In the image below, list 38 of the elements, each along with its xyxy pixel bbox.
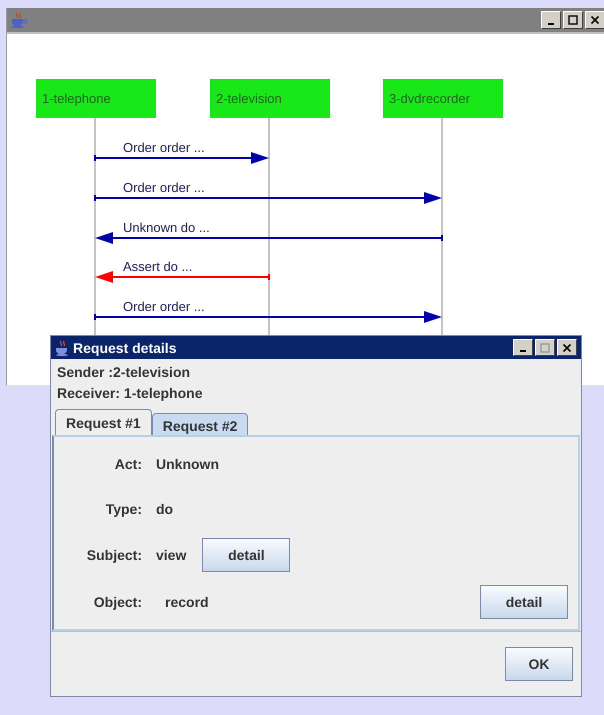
ok-button[interactable]: OK [505,647,573,681]
close-button[interactable] [585,11,604,29]
participant-box: 2-television [210,79,330,118]
message-label: Order order ... [123,140,205,155]
maximize-icon [568,15,578,25]
close-icon [562,342,572,352]
tab[interactable]: Request #2 [152,413,248,435]
maximize-button[interactable] [535,339,555,356]
detail-button[interactable]: detail [480,584,568,618]
sender-text: Sender :2-television [56,365,192,380]
minimize-button[interactable] [513,339,533,356]
maximize-button[interactable] [563,11,583,29]
field-value: view [156,546,186,562]
maximize-icon [540,342,550,352]
field-label: Act: [114,456,142,472]
participant-box: 3-dvdrecorder [383,79,503,118]
message-label: Assert do ... [123,259,192,274]
field-label: Subject: [86,546,142,562]
coffee-cup-icon [55,340,69,356]
field-value: record [165,594,209,610]
minimize-button[interactable] [541,11,561,29]
participant-box: 1-telephone [36,79,156,118]
detail-button[interactable]: detail [202,538,290,572]
close-button[interactable] [557,339,577,356]
message-label: Unknown do ... [123,220,210,235]
minimize-icon [520,350,526,352]
receiver-text: Receiver: 1-telephone [56,386,204,401]
field-value: Unknown [156,456,219,472]
coffee-cup-icon [10,12,28,28]
message-label: Order order ... [123,180,205,195]
field-label: Type: [104,500,142,516]
dialog-title: Request details [73,340,178,356]
minimize-icon [548,22,554,24]
field-value: do [156,500,174,516]
field-label: Object: [92,594,142,610]
close-icon [590,15,600,25]
message-label: Order order ... [123,299,205,314]
tab[interactable]: Request #1 [55,409,152,435]
